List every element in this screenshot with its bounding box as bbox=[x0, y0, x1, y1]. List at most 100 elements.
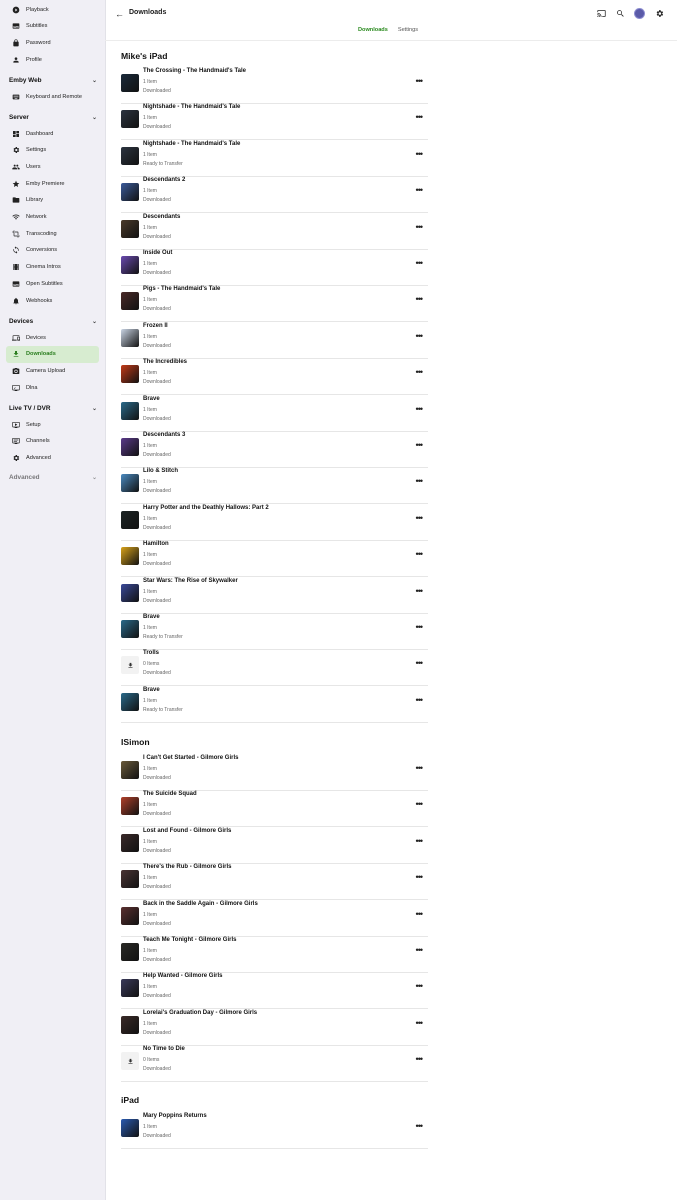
sidebar-item-open-subtitles[interactable]: Open Subtitles bbox=[6, 275, 99, 292]
download-row[interactable]: Brave 1 Item Downloaded ••• bbox=[121, 395, 428, 432]
download-row[interactable]: I Can't Get Started - Gilmore Girls 1 Ite… bbox=[121, 754, 428, 791]
more-options-icon[interactable]: ••• bbox=[416, 695, 424, 705]
more-options-icon[interactable]: ••• bbox=[416, 149, 424, 159]
item-title: I Can't Get Started - Gilmore Girls bbox=[143, 755, 239, 761]
sidebar-item-downloads[interactable]: Downloads bbox=[6, 345, 99, 363]
more-options-icon[interactable]: ••• bbox=[416, 476, 424, 486]
chevron-down-icon[interactable]: ⌄ bbox=[92, 114, 97, 121]
more-options-icon[interactable]: ••• bbox=[416, 1018, 424, 1028]
download-row[interactable]: The Suicide Squad 1 Item Downloaded ••• bbox=[121, 790, 428, 828]
more-options-icon[interactable]: ••• bbox=[416, 112, 424, 122]
sidebar-section-live-tv-dvr[interactable]: Live TV / DVR ⌄ bbox=[9, 405, 97, 412]
more-options-icon[interactable]: ••• bbox=[416, 513, 424, 523]
download-row[interactable]: Descendants 2 1 Item Downloaded ••• bbox=[121, 176, 428, 214]
download-row[interactable]: Lost and Found - Gilmore Girls 1 Item Down… bbox=[121, 827, 428, 864]
chevron-down-icon[interactable]: ⌄ bbox=[92, 318, 97, 325]
more-options-icon[interactable]: ••• bbox=[416, 586, 424, 596]
more-options-icon[interactable]: ••• bbox=[416, 1121, 424, 1131]
download-row[interactable]: No Time to Die 0 Items Downloaded ••• bbox=[121, 1045, 428, 1083]
gear-icon[interactable] bbox=[654, 8, 665, 19]
download-row[interactable]: There's the Rub - Gilmore Girls 1 Item Dow… bbox=[121, 863, 428, 901]
more-options-icon[interactable]: ••• bbox=[416, 981, 424, 991]
more-options-icon[interactable]: ••• bbox=[416, 872, 424, 882]
more-options-icon[interactable]: ••• bbox=[416, 404, 424, 414]
item-status: Downloaded bbox=[143, 124, 171, 131]
download-row[interactable]: Inside Out 1 Item Downloaded ••• bbox=[121, 249, 428, 286]
sidebar-item-profile[interactable]: Profile bbox=[6, 51, 99, 68]
download-row[interactable]: Help Wanted - Gilmore Girls 1 Item Downloa… bbox=[121, 972, 428, 1010]
sidebar-item-network[interactable]: Network bbox=[6, 209, 99, 226]
sidebar-item-playback[interactable]: Playback bbox=[6, 1, 99, 18]
download-row[interactable]: Back in the Saddle Again - Gilmore Girls… bbox=[121, 900, 428, 937]
download-row[interactable]: Harry Potter and the Deathly Hallows: Pa… bbox=[121, 504, 428, 541]
search-icon[interactable] bbox=[615, 8, 626, 19]
download-row[interactable]: Descendants 1 Item Downloaded ••• bbox=[121, 213, 428, 250]
sidebar-item-subtitles[interactable]: Subtitles bbox=[6, 17, 99, 34]
more-options-icon[interactable]: ••• bbox=[416, 76, 424, 86]
sidebar-item-webhooks[interactable]: Webhooks bbox=[6, 292, 99, 309]
download-row[interactable]: Teach Me Tonight - Gilmore Girls 1 Item Do… bbox=[121, 936, 428, 973]
sidebar-item-advanced[interactable]: Advanced bbox=[6, 449, 99, 466]
sidebar-item-conversions[interactable]: Conversions bbox=[6, 242, 99, 259]
more-options-icon[interactable]: ••• bbox=[416, 622, 424, 632]
sidebar-item-settings[interactable]: Settings bbox=[6, 142, 99, 159]
sidebar-section-server[interactable]: Server ⌄ bbox=[9, 114, 97, 121]
more-options-icon[interactable]: ••• bbox=[416, 258, 424, 268]
sidebar-item-setup[interactable]: Setup bbox=[6, 416, 99, 433]
tab-settings[interactable]: Settings bbox=[398, 27, 418, 33]
sidebar-item-cinema-intros[interactable]: Cinema Intros bbox=[6, 259, 99, 276]
more-options-icon[interactable]: ••• bbox=[416, 367, 424, 377]
more-options-icon[interactable]: ••• bbox=[416, 658, 424, 668]
download-row[interactable]: Hamilton 1 Item Downloaded ••• bbox=[121, 540, 428, 578]
sidebar-item-devices[interactable]: Devices bbox=[6, 329, 99, 346]
more-options-icon[interactable]: ••• bbox=[416, 836, 424, 846]
sidebar-item-emby-premiere[interactable]: Emby Premiere bbox=[6, 175, 99, 192]
sidebar-item-dashboard[interactable]: Dashboard bbox=[6, 125, 99, 142]
download-row[interactable]: Lilo & Stitch 1 Item Downloaded ••• bbox=[121, 467, 428, 505]
more-options-icon[interactable]: ••• bbox=[416, 331, 424, 341]
download-row[interactable]: Lorelai's Graduation Day - Gilmore Girls… bbox=[121, 1009, 428, 1046]
sidebar-item-dlna[interactable]: Dlna bbox=[6, 379, 99, 396]
more-options-icon[interactable]: ••• bbox=[416, 440, 424, 450]
more-options-icon[interactable]: ••• bbox=[416, 1054, 424, 1064]
tab-downloads[interactable]: Downloads bbox=[358, 27, 388, 33]
sidebar-item-users[interactable]: Users bbox=[6, 158, 99, 175]
sidebar-item-channels[interactable]: Channels bbox=[6, 433, 99, 450]
chevron-down-icon[interactable]: ⌄ bbox=[92, 474, 97, 481]
download-row[interactable]: Frozen II 1 Item Downloaded ••• bbox=[121, 322, 428, 359]
more-options-icon[interactable]: ••• bbox=[416, 945, 424, 955]
download-row[interactable]: Mary Poppins Returns 1 Item Downloaded ••• bbox=[121, 1112, 428, 1149]
sidebar-item-library[interactable]: Library bbox=[6, 192, 99, 209]
sidebar-item-keyboard-and-remote[interactable]: Keyboard and Remote bbox=[6, 88, 99, 105]
more-options-icon[interactable]: ••• bbox=[416, 799, 424, 809]
back-arrow-icon[interactable]: ← bbox=[115, 9, 124, 19]
download-row[interactable]: Trolls 0 Items Downloaded ••• bbox=[121, 649, 428, 687]
download-row[interactable]: Nightshade - The Handmaid's Tale 1 Item Re… bbox=[121, 140, 428, 177]
more-options-icon[interactable]: ••• bbox=[416, 294, 424, 304]
sidebar-section-advanced[interactable]: Advanced ⌄ bbox=[9, 474, 97, 481]
device-title: iPad bbox=[121, 1095, 140, 1105]
sidebar-section-emby-web[interactable]: Emby Web ⌄ bbox=[9, 77, 97, 84]
download-row[interactable]: Star Wars: The Rise of Skywalker 1 Item Do… bbox=[121, 577, 428, 614]
poster-thumbnail bbox=[121, 797, 139, 816]
more-options-icon[interactable]: ••• bbox=[416, 185, 424, 195]
sidebar-section-devices[interactable]: Devices ⌄ bbox=[9, 318, 97, 325]
chevron-down-icon[interactable]: ⌄ bbox=[92, 77, 97, 84]
more-options-icon[interactable]: ••• bbox=[416, 763, 424, 773]
sidebar-item-camera-upload[interactable]: Camera Upload bbox=[6, 362, 99, 379]
cast-icon[interactable] bbox=[596, 8, 607, 19]
download-row[interactable]: Pigs - The Handmaid's Tale 1 Item Download… bbox=[121, 285, 428, 323]
more-options-icon[interactable]: ••• bbox=[416, 222, 424, 232]
download-row[interactable]: Brave 1 Item Ready to Transfer ••• bbox=[121, 686, 428, 723]
more-options-icon[interactable]: ••• bbox=[416, 549, 424, 559]
chevron-down-icon[interactable]: ⌄ bbox=[92, 405, 97, 412]
download-row[interactable]: Brave 1 Item Ready to Transfer ••• bbox=[121, 613, 428, 650]
download-row[interactable]: Nightshade - The Handmaid's Tale 1 Item Do… bbox=[121, 103, 428, 141]
download-row[interactable]: The Crossing - The Handmaid's Tale 1 Item… bbox=[121, 67, 428, 104]
user-avatar-icon[interactable] bbox=[634, 8, 645, 19]
sidebar-item-password[interactable]: Password bbox=[6, 34, 99, 51]
more-options-icon[interactable]: ••• bbox=[416, 909, 424, 919]
sidebar-item-transcoding[interactable]: Transcoding bbox=[6, 225, 99, 242]
download-row[interactable]: The Incredibles 1 Item Downloaded ••• bbox=[121, 358, 428, 396]
download-row[interactable]: Descendants 3 1 Item Downloaded ••• bbox=[121, 431, 428, 468]
